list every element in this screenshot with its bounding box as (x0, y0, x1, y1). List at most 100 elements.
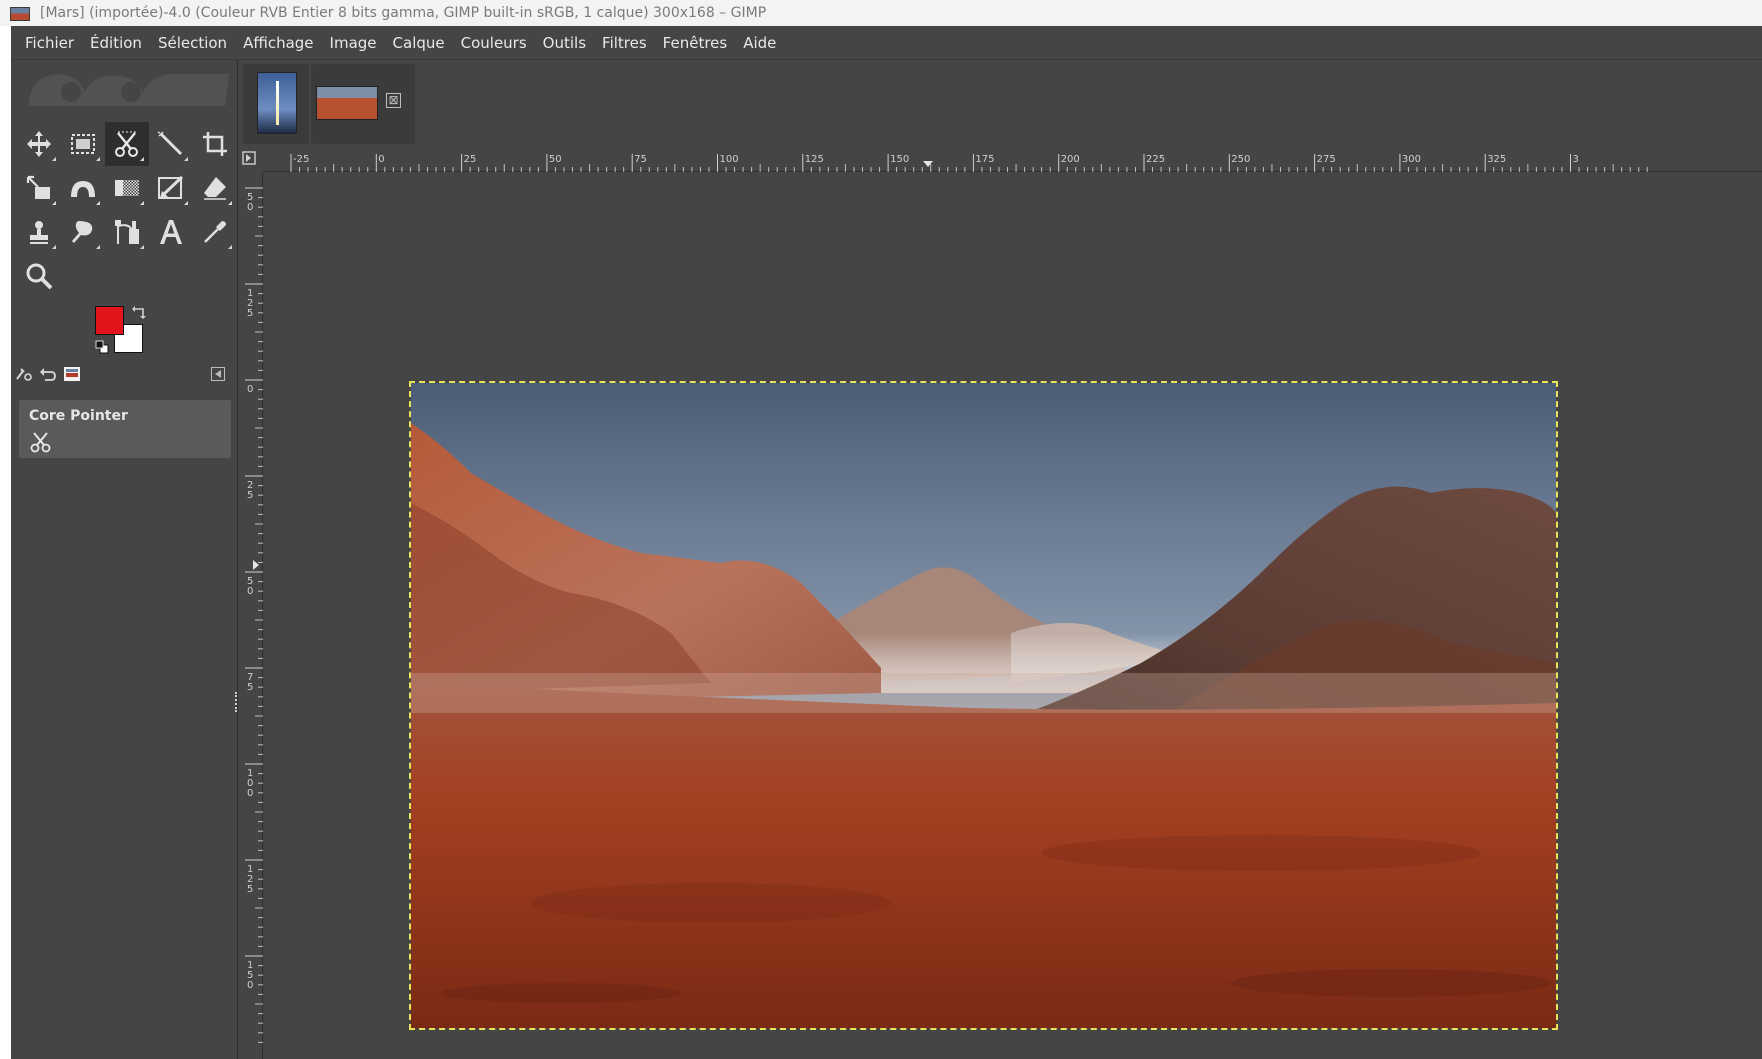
image-icon (10, 7, 30, 21)
tab-undo-history[interactable] (37, 363, 59, 385)
device-status-panel: Core Pointer (19, 400, 231, 458)
tool-clone[interactable] (17, 210, 61, 254)
panel-resize-handle[interactable] (235, 692, 238, 712)
tool-eraser[interactable] (193, 166, 237, 210)
quick-mask-toggle-icon (242, 151, 256, 165)
ruler-label: 275 (1317, 154, 1336, 165)
wilber-logo-icon (29, 73, 229, 106)
tool-zoom[interactable] (17, 254, 61, 298)
swap-colors-icon[interactable] (131, 306, 147, 320)
paint-tool-icon (158, 175, 184, 199)
menu-affichage[interactable]: Affichage (235, 28, 321, 58)
menu-fenetres[interactable]: Fenêtres (655, 28, 736, 58)
window-title: [Mars] (importée)-4.0 (Couleur RVB Entie… (40, 5, 767, 21)
ruler-label: 150 (890, 154, 909, 165)
clone-tool-icon (30, 221, 48, 244)
fuzzy-select-tool-icon (157, 131, 183, 156)
tab-images[interactable] (61, 363, 83, 385)
ruler-label: 5 (247, 308, 253, 319)
transform-tool-icon (26, 175, 50, 199)
scissors-select-tool-icon (115, 131, 138, 157)
ruler-label: 0 (378, 154, 384, 165)
pointer-position-marker (253, 560, 259, 570)
text-tool-icon (160, 220, 182, 244)
ruler-label: 0 (247, 202, 253, 213)
menubar: Fichier Édition Sélection Affichage Imag… (11, 26, 1762, 60)
ruler-label: 325 (1487, 154, 1506, 165)
default-colors-icon[interactable] (95, 340, 109, 354)
ruler-label: 250 (1231, 154, 1250, 165)
foreground-color-swatch[interactable] (95, 306, 124, 335)
window-titlebar: [Mars] (importée)-4.0 (Couleur RVB Entie… (0, 0, 1762, 26)
menu-aide[interactable]: Aide (735, 28, 784, 58)
ruler-label: 5 (247, 490, 253, 501)
menu-couleurs[interactable]: Couleurs (453, 28, 535, 58)
gradient-tool-icon (115, 180, 139, 196)
tool-paths[interactable] (105, 210, 149, 254)
tool-options-icon (16, 368, 32, 381)
ruler-label: 0 (247, 788, 253, 799)
zoom-tool-icon (26, 263, 53, 290)
mars-thumbnail (316, 86, 378, 120)
rect-select-tool-icon (71, 134, 95, 154)
toolbox: Core Pointer (11, 60, 238, 1059)
ruler-label: 175 (975, 154, 994, 165)
undo-history-icon (40, 368, 56, 381)
menu-fichier[interactable]: Fichier (17, 28, 82, 58)
crop-tool-icon (203, 132, 227, 156)
pointer-position-marker (923, 161, 933, 167)
horizontal-ruler[interactable]: -25 0 25 50 75 100 125 150 175 200 225 250 275 300 325… (263, 148, 1762, 172)
desktop-edge (0, 26, 11, 1059)
ruler-label: 75 (634, 154, 647, 165)
tool-text[interactable] (149, 210, 193, 254)
gimp-window: Fichier Édition Sélection Affichage Imag… (11, 26, 1762, 1059)
move-tool-icon (27, 131, 51, 157)
tool-rect-select[interactable] (61, 122, 105, 166)
ruler-label: 125 (805, 154, 824, 165)
tool-warp[interactable] (61, 166, 105, 210)
ruler-label: 300 (1402, 154, 1421, 165)
menu-edition[interactable]: Édition (82, 28, 150, 58)
images-icon (64, 367, 80, 381)
mars-landscape-image (411, 383, 1556, 1028)
tool-color-picker[interactable] (193, 210, 237, 254)
dock-menu-icon[interactable] (211, 367, 225, 381)
menu-filtres[interactable]: Filtres (594, 28, 655, 58)
ruler-label: -25 (293, 154, 309, 165)
ruler-label: 225 (1146, 154, 1165, 165)
ruler-label: 0 (247, 980, 253, 991)
rocket-thumbnail (257, 72, 297, 134)
menu-calque[interactable]: Calque (385, 28, 453, 58)
vertical-ruler[interactable]: 501250255075100125150 (239, 172, 263, 1059)
color-picker-tool-icon (204, 221, 226, 243)
vertical-ruler-scale: 501250255075100125150 (245, 187, 263, 1043)
ruler-label: 25 (464, 154, 477, 165)
tool-transform[interactable] (17, 166, 61, 210)
image-canvas[interactable] (409, 381, 1558, 1030)
canvas-area[interactable] (263, 172, 1762, 1059)
tool-gradient[interactable] (105, 166, 149, 210)
ruler-label: 5 (247, 682, 253, 693)
warp-tool-icon (71, 181, 95, 197)
ruler-label: 0 (247, 384, 253, 395)
horizontal-ruler-scale: -25 0 25 50 75 100 125 150 175 200 225 250 275 300 325… (290, 154, 1648, 172)
ruler-label: 50 (549, 154, 562, 165)
menu-image[interactable]: Image (322, 28, 385, 58)
device-title: Core Pointer (29, 408, 128, 424)
tool-fuzzy-select[interactable] (149, 122, 193, 166)
image-tab-rocket[interactable] (243, 64, 309, 144)
tab-tool-options[interactable] (13, 363, 35, 385)
menu-selection[interactable]: Sélection (150, 28, 235, 58)
tool-scissors-select[interactable] (105, 122, 149, 166)
ruler-label: 100 (720, 154, 739, 165)
tool-crop[interactable] (193, 122, 237, 166)
close-icon[interactable]: ⊠ (386, 93, 401, 108)
tools-grid (17, 122, 237, 298)
tool-move[interactable] (17, 122, 61, 166)
ruler-label: 3 (1573, 154, 1579, 165)
tool-paint[interactable] (149, 166, 193, 210)
ruler-corner[interactable] (239, 148, 263, 172)
tool-smudge[interactable] (61, 210, 105, 254)
menu-outils[interactable]: Outils (535, 28, 594, 58)
image-tab-mars[interactable]: ⊠ (311, 64, 415, 144)
